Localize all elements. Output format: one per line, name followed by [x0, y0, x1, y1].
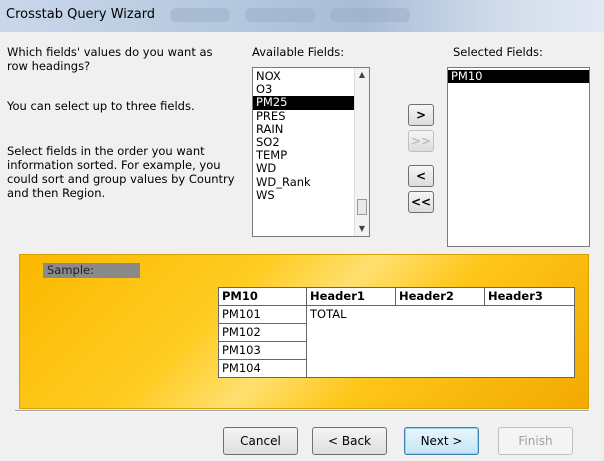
back-button[interactable]: < Back	[312, 427, 387, 455]
available-fields-label: Available Fields:	[252, 45, 345, 59]
grid-header: PM10	[218, 287, 307, 306]
title-bar: Crosstab Query Wizard	[0, 0, 604, 32]
grid-header: Header1	[306, 287, 396, 306]
title-bar-decoration	[170, 8, 230, 22]
window-title: Crosstab Query Wizard	[6, 7, 156, 22]
instruction-text: Select fields in the order you want	[7, 144, 205, 158]
list-item[interactable]: WS	[253, 188, 369, 202]
list-item[interactable]: PRES	[253, 109, 369, 123]
grid-row-heading: PM101	[218, 305, 307, 324]
sample-grid: PM10 Header1 Header2 Header3 PM101 PM102…	[218, 287, 578, 385]
separator	[15, 410, 589, 412]
list-item-selected[interactable]: PM10	[448, 69, 589, 84]
instruction-text: row headings?	[7, 59, 91, 73]
grid-row-heading: PM104	[218, 359, 307, 378]
instruction-text: You can select up to three fields.	[7, 99, 195, 113]
list-item[interactable]: WD_Rank	[253, 175, 369, 189]
grid-row-heading: PM102	[218, 323, 307, 342]
remove-field-button[interactable]: <	[408, 165, 434, 187]
selected-fields-label: Selected Fields:	[453, 45, 543, 59]
selected-fields-list[interactable]: PM10	[447, 67, 590, 247]
instruction-text: could sort and group values by Country	[7, 172, 235, 186]
instruction-text: Which fields' values do you want as	[7, 45, 213, 59]
finish-button[interactable]: Finish	[498, 427, 573, 455]
add-field-button[interactable]: >	[408, 104, 434, 126]
grid-row-heading: PM103	[218, 341, 307, 360]
wizard-body: Which fields' values do you want as row …	[0, 32, 604, 461]
title-bar-decoration	[245, 8, 315, 22]
sample-preview-panel: Sample: PM10 Header1 Header2 Header3 PM1…	[19, 254, 589, 409]
list-item[interactable]: WD	[253, 162, 369, 175]
scroll-thumb[interactable]	[357, 199, 367, 215]
list-item[interactable]: RAIN	[253, 122, 369, 136]
grid-data-area: TOTAL	[306, 305, 575, 378]
next-button[interactable]: Next >	[404, 427, 479, 455]
sample-label: Sample:	[43, 263, 140, 278]
available-fields-list[interactable]: NOX O3 PM25 PRES RAIN SO2 TEMP WD WD_Ran…	[252, 67, 370, 237]
cancel-button[interactable]: Cancel	[223, 427, 298, 455]
vertical-scrollbar[interactable]: ▲ ▼	[354, 68, 369, 236]
title-bar-decoration	[330, 8, 410, 22]
add-all-fields-button[interactable]: >>	[408, 130, 434, 152]
instruction-text: information sorted. For example, you	[7, 158, 221, 172]
instruction-text: and then Region.	[7, 186, 106, 200]
grid-header: Header2	[395, 287, 485, 306]
grid-header: Header3	[484, 287, 575, 306]
scroll-down-arrow-icon[interactable]: ▼	[355, 222, 369, 236]
remove-all-fields-button[interactable]: <<	[408, 191, 434, 213]
scroll-up-arrow-icon[interactable]: ▲	[355, 68, 369, 82]
grid-total-cell: TOTAL	[310, 307, 347, 321]
list-item-selected[interactable]: PM25	[253, 96, 369, 110]
